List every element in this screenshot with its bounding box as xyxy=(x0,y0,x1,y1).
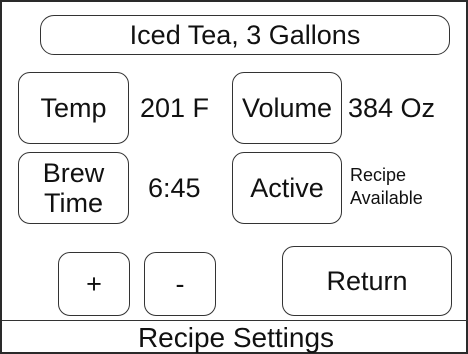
brew-time-button[interactable]: Brew Time xyxy=(18,152,129,224)
active-button-label: Active xyxy=(250,172,324,203)
return-button-label: Return xyxy=(326,265,408,296)
volume-value: 384 Oz xyxy=(348,93,436,123)
recipe-status-line2: Available xyxy=(350,187,423,208)
footer-divider xyxy=(2,320,468,321)
increment-button[interactable]: + xyxy=(58,252,130,316)
recipe-title: Iced Tea, 3 Gallons xyxy=(129,19,361,50)
screen-title: Recipe Settings xyxy=(137,322,335,353)
recipe-status-line1: Recipe xyxy=(350,165,407,185)
active-button[interactable]: Active xyxy=(232,152,342,224)
brew-time-button-label-line2: Time xyxy=(44,188,103,218)
volume-button-label: Volume xyxy=(241,92,333,123)
brew-time-value: 6:45 xyxy=(148,173,201,203)
temp-value: 201 F xyxy=(140,93,210,123)
temp-button-label: Temp xyxy=(40,92,107,123)
return-button[interactable]: Return xyxy=(282,246,452,316)
plus-icon: + xyxy=(86,268,102,299)
minus-icon: - xyxy=(175,268,185,299)
recipe-title-bar: Iced Tea, 3 Gallons xyxy=(40,15,450,55)
brew-time-button-label-line1: Brew xyxy=(42,157,105,188)
decrement-button[interactable]: - xyxy=(144,252,216,316)
temp-button[interactable]: Temp xyxy=(18,72,129,144)
volume-button[interactable]: Volume xyxy=(232,72,342,144)
recipe-status: Recipe Available xyxy=(350,164,450,209)
touch-screen: Iced Tea, 3 Gallons Temp 201 F Volume 38… xyxy=(0,0,468,354)
